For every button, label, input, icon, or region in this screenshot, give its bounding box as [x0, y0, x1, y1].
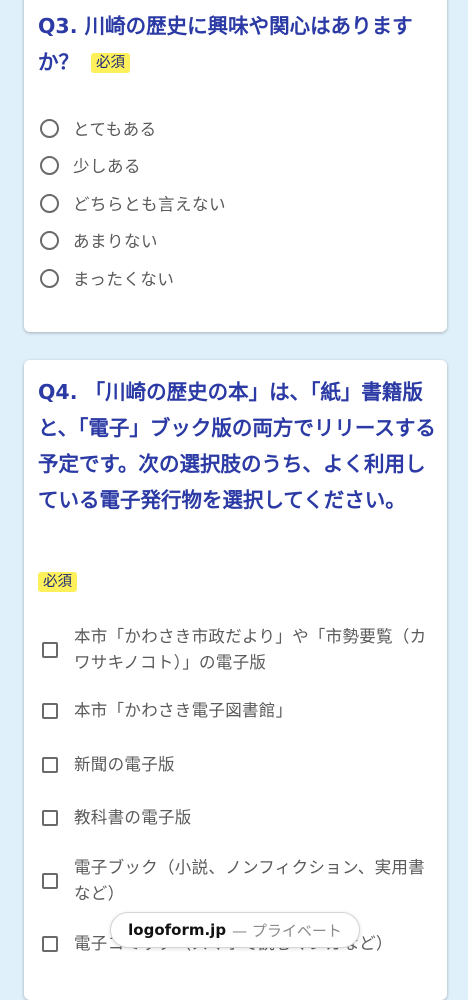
required-badge: 必須 [38, 572, 77, 592]
checkbox-label: 電子ブック（小説、ノンフィクション、実用書など） [74, 858, 425, 903]
checkbox-option-5[interactable]: 電子ブック（小説、ノンフィクション、実用書など） [42, 855, 437, 907]
radio-label: まったくない [73, 270, 175, 289]
checkbox-option-4[interactable]: 教科書の電子版 [42, 805, 437, 831]
checkbox-option-2[interactable]: 本市「かわさき電子図書館」 [42, 698, 437, 724]
checkbox-icon[interactable] [42, 642, 58, 658]
checkbox-label: 本市「かわさき市政だより」や「市勢要覧（カワサキノコト）」の電子版 [74, 627, 427, 672]
checkbox-label: 教科書の電子版 [74, 808, 192, 827]
question-card-q4: Q4. 「川崎の歴史の本」は、「紙」書籍版と、「電子」ブック版の両方でリリースす… [24, 360, 447, 1000]
radio-button-icon[interactable] [40, 155, 59, 175]
radio-option-2[interactable]: 少しある [40, 150, 141, 180]
checkbox-icon[interactable] [42, 873, 58, 889]
radio-label: とてもある [73, 120, 157, 139]
checkbox-icon[interactable] [42, 936, 58, 952]
radio-label: 少しある [73, 157, 141, 176]
radio-button-icon[interactable] [40, 230, 59, 250]
radio-option-4[interactable]: あまりない [40, 225, 158, 255]
footer-branding-pill[interactable]: logoform.jp — プライベート [110, 912, 360, 948]
radio-button-icon[interactable] [40, 118, 59, 138]
question-title-q4: Q4. 「川崎の歴史の本」は、「紙」書籍版と、「電子」ブック版の両方でリリースす… [38, 380, 436, 512]
radio-option-3[interactable]: どちらとも言えない [40, 188, 226, 218]
checkbox-option-3[interactable]: 新聞の電子版 [42, 752, 437, 778]
checkbox-icon[interactable] [42, 810, 58, 826]
footer-privacy-label: — プライベート [232, 921, 342, 940]
question-title-q3: Q3. 川崎の歴史に興味や関心はありますか？ 必須 [38, 8, 438, 80]
checkbox-option-1[interactable]: 本市「かわさき市政だより」や「市勢要覧（カワサキノコト）」の電子版 [42, 624, 437, 676]
question-card-q3: Q3. 川崎の歴史に興味や関心はありますか？ 必須 とてもある 少しある どちらと… [24, 0, 447, 332]
checkbox-icon[interactable] [42, 757, 58, 773]
radio-label: どちらとも言えない [73, 195, 226, 214]
checkbox-label: 新聞の電子版 [74, 755, 175, 774]
footer-brand-link[interactable]: logoform.jp [128, 921, 226, 939]
checkbox-label: 本市「かわさき電子図書館」 [74, 701, 293, 720]
required-badge: 必須 [91, 53, 130, 73]
radio-option-1[interactable]: とてもある [40, 113, 157, 143]
radio-button-icon[interactable] [40, 193, 59, 213]
checkbox-icon[interactable] [42, 703, 58, 719]
radio-option-5[interactable]: まったくない [40, 263, 174, 293]
radio-label: あまりない [73, 232, 158, 251]
radio-button-icon[interactable] [40, 268, 59, 288]
